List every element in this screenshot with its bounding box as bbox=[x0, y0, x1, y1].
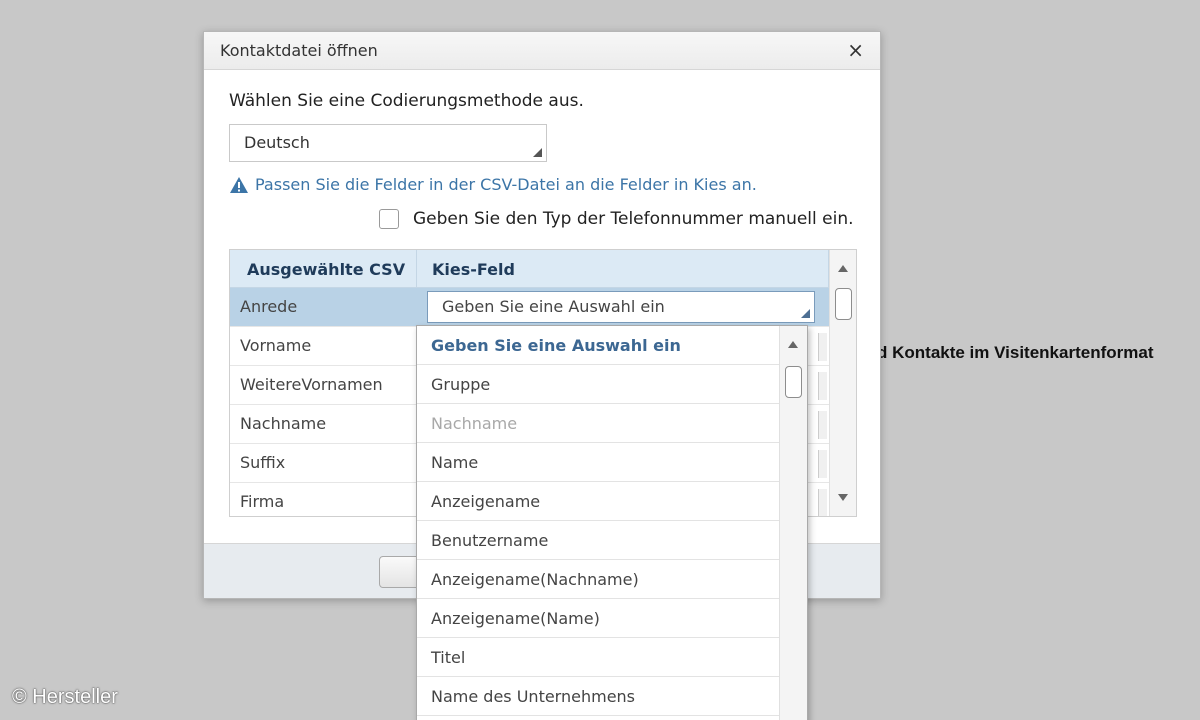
kies-field-select[interactable]: Geben Sie eine Auswahl ein bbox=[427, 291, 815, 323]
list-item: Nachname bbox=[417, 404, 780, 443]
scrollbar-thumb[interactable] bbox=[785, 366, 802, 398]
close-icon[interactable]: × bbox=[847, 38, 864, 62]
scroll-up-icon[interactable] bbox=[838, 265, 848, 272]
row-select-edge[interactable] bbox=[818, 333, 827, 361]
row-select-edge[interactable] bbox=[818, 450, 827, 478]
column-header-csv[interactable]: Ausgewählte CSV bbox=[247, 260, 409, 279]
row-label: Anrede bbox=[240, 297, 298, 316]
phone-type-option[interactable]: Geben Sie den Typ der Telefonnummer manu… bbox=[379, 209, 854, 229]
list-item[interactable]: Gruppe bbox=[417, 365, 780, 404]
scrollbar-thumb[interactable] bbox=[835, 288, 852, 320]
encoding-select[interactable]: Deutsch bbox=[229, 124, 547, 162]
encoding-label: Wählen Sie eine Codierungsmethode aus. bbox=[229, 91, 584, 111]
watermark: © Hersteller bbox=[12, 686, 118, 708]
scroll-up-icon[interactable] bbox=[788, 341, 798, 348]
grid-header: Ausgewählte CSV Kies-Feld bbox=[230, 250, 830, 288]
dropdown-corner-icon bbox=[533, 148, 542, 157]
column-divider bbox=[416, 250, 417, 288]
row-label: Vorname bbox=[240, 336, 312, 355]
table-row[interactable]: Anrede Geben Sie eine Auswahl ein bbox=[230, 288, 830, 327]
list-item[interactable]: Anzeigename(Nachname) bbox=[417, 560, 780, 599]
phone-type-checkbox[interactable] bbox=[379, 209, 399, 229]
scroll-down-icon[interactable] bbox=[838, 494, 848, 501]
list-item[interactable]: Anzeigename bbox=[417, 482, 780, 521]
list-item[interactable]: Anzeigename(Name) bbox=[417, 599, 780, 638]
row-select-edge[interactable] bbox=[818, 489, 827, 516]
row-label: Suffix bbox=[240, 453, 286, 472]
list-item[interactable]: Titel bbox=[417, 638, 780, 677]
dialog-titlebar: Kontaktdatei öffnen × bbox=[204, 32, 880, 70]
dialog-title: Kontaktdatei öffnen bbox=[220, 41, 378, 60]
checkbox-label: Geben Sie den Typ der Telefonnummer manu… bbox=[413, 209, 854, 229]
row-select-edge[interactable] bbox=[818, 372, 827, 400]
mapping-hint: Passen Sie die Felder in der CSV-Datei a… bbox=[229, 175, 757, 194]
grid-scrollbar[interactable] bbox=[829, 250, 856, 516]
list-item[interactable]: Name des Unternehmens bbox=[417, 677, 780, 716]
warning-icon bbox=[230, 176, 248, 193]
row-select-edge[interactable] bbox=[818, 411, 827, 439]
row-label: Firma bbox=[240, 492, 285, 511]
list-item[interactable]: Benutzername bbox=[417, 521, 780, 560]
dropdown-corner-icon bbox=[801, 309, 810, 318]
kies-field-dropdown-list[interactable]: Geben Sie eine Auswahl ein Gruppe Nachna… bbox=[416, 325, 808, 720]
background-text: d Kontakte im Visitenkartenformat bbox=[877, 343, 1154, 362]
row-label: Nachname bbox=[240, 414, 327, 433]
row-label: WeitereVornamen bbox=[240, 375, 383, 394]
list-item[interactable]: Name bbox=[417, 443, 780, 482]
encoding-value: Deutsch bbox=[244, 133, 310, 152]
hint-text: Passen Sie die Felder in der CSV-Datei a… bbox=[255, 175, 757, 194]
list-item[interactable]: Geben Sie eine Auswahl ein bbox=[417, 326, 780, 365]
dropdown-scrollbar[interactable] bbox=[779, 326, 807, 720]
kies-field-value: Geben Sie eine Auswahl ein bbox=[442, 297, 665, 316]
column-header-kies-field[interactable]: Kies-Feld bbox=[432, 260, 515, 279]
